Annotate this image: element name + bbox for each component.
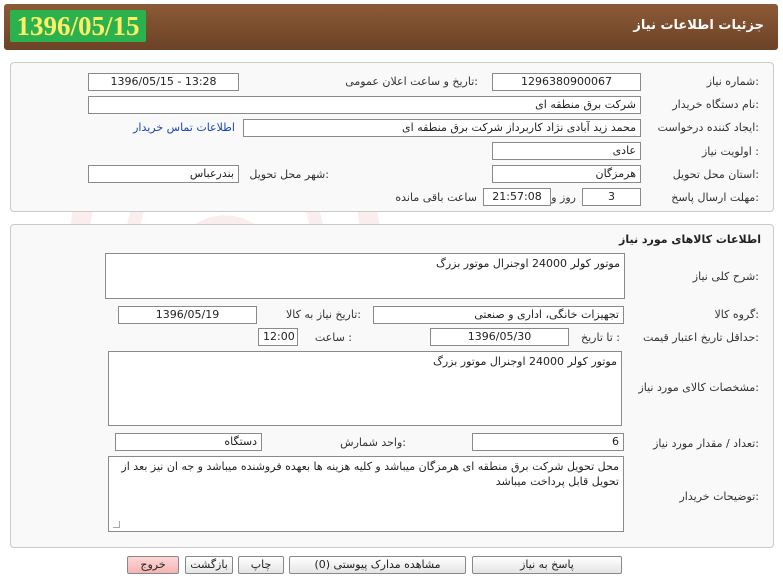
announce-date-badge: 1396/05/15: [10, 10, 146, 42]
price-validity-label: حداقل تاریخ اعتبار قیمت:: [643, 331, 759, 344]
back-button[interactable]: بازگشت: [185, 556, 233, 574]
goods-spec-field: موتور کولر 24000 اوجنرال موتور بزرگ: [108, 351, 622, 426]
time-remaining-field: 21:57:08: [483, 188, 551, 206]
priority-label: اولویت نیاز :: [701, 145, 759, 158]
need-date-label: تاریخ نیاز به کالا:: [286, 308, 361, 321]
need-number-field: 1296380900067: [492, 73, 641, 91]
validity-time-label: ساعت :: [314, 331, 352, 344]
print-button[interactable]: چاپ: [238, 556, 284, 574]
days-unit-label: روز و: [551, 191, 576, 204]
buyer-notes-field: محل تحویل شرکت برق منطقه ای هرمزگان میبا…: [108, 456, 624, 532]
delivery-province-label: استان محل تحویل:: [672, 168, 759, 181]
buyer-org-label: نام دستگاه خریدار:: [672, 98, 759, 111]
request-creator-label: ایجاد کننده درخواست:: [657, 121, 759, 134]
goods-group-field: تجهیزات خانگی، اداری و صنعتی: [373, 306, 624, 324]
need-number-label: شماره نیاز:: [706, 75, 759, 88]
delivery-city-label: شهر محل تحویل:: [249, 168, 329, 181]
view-attachments-button[interactable]: مشاهده مدارک پیوستی (0): [289, 556, 466, 574]
goods-group-label: گروه کالا:: [714, 308, 759, 321]
delivery-city-field: بندرعباس: [88, 165, 239, 183]
validity-time-field: 12:00: [258, 328, 298, 346]
priority-field: عادی: [492, 142, 641, 160]
announce-datetime-field: 1396/05/15 - 13:28: [88, 73, 239, 91]
quantity-label: تعداد / مقدار مورد نیاز:: [653, 437, 759, 450]
delivery-province-field: هرمزگان: [492, 165, 641, 183]
buyer-contact-link[interactable]: اطلاعات تماس خریدار: [133, 121, 235, 134]
need-date-field: 1396/05/19: [118, 306, 257, 324]
unit-label: واحد شمارش:: [340, 436, 406, 449]
notes-resize-handle[interactable]: [113, 521, 120, 528]
buyer-org-field: شرکت برق منطقه ای: [88, 96, 641, 114]
goods-section-title: اطلاعات کالاهای مورد نیاز: [619, 233, 761, 246]
buyer-notes-label: توضیحات خریدار:: [679, 490, 760, 503]
reply-to-need-button[interactable]: پاسخ به نیاز: [472, 556, 622, 574]
request-creator-field: محمد زید آبادی نژاد کاربرداز شرکت برق من…: [243, 119, 641, 137]
goods-spec-label: مشخصات کالای مورد نیاز:: [638, 381, 759, 394]
response-deadline-label: مهلت ارسال پاسخ:: [671, 191, 759, 204]
exit-button[interactable]: خروج: [127, 556, 179, 574]
page-header: 1396/05/15 جزئیات اطلاعات نیاز: [4, 4, 778, 50]
need-summary-label: شرح کلی نیاز:: [692, 270, 759, 283]
time-remaining-label: ساعت باقی مانده: [395, 191, 477, 204]
unit-field: دستگاه: [115, 433, 262, 451]
validity-until-label: تا تاریخ :: [581, 331, 620, 344]
need-summary-field: موتور کولر 24000 اوجنرال موتور بزرگ: [105, 253, 625, 299]
page-title: جزئیات اطلاعات نیاز: [633, 18, 764, 33]
validity-date-field: 1396/05/30: [430, 328, 569, 346]
quantity-field: 6: [472, 433, 624, 451]
announce-datetime-label: تاریخ و ساعت اعلان عمومی:: [345, 75, 478, 88]
days-remaining-field: 3: [582, 188, 641, 206]
